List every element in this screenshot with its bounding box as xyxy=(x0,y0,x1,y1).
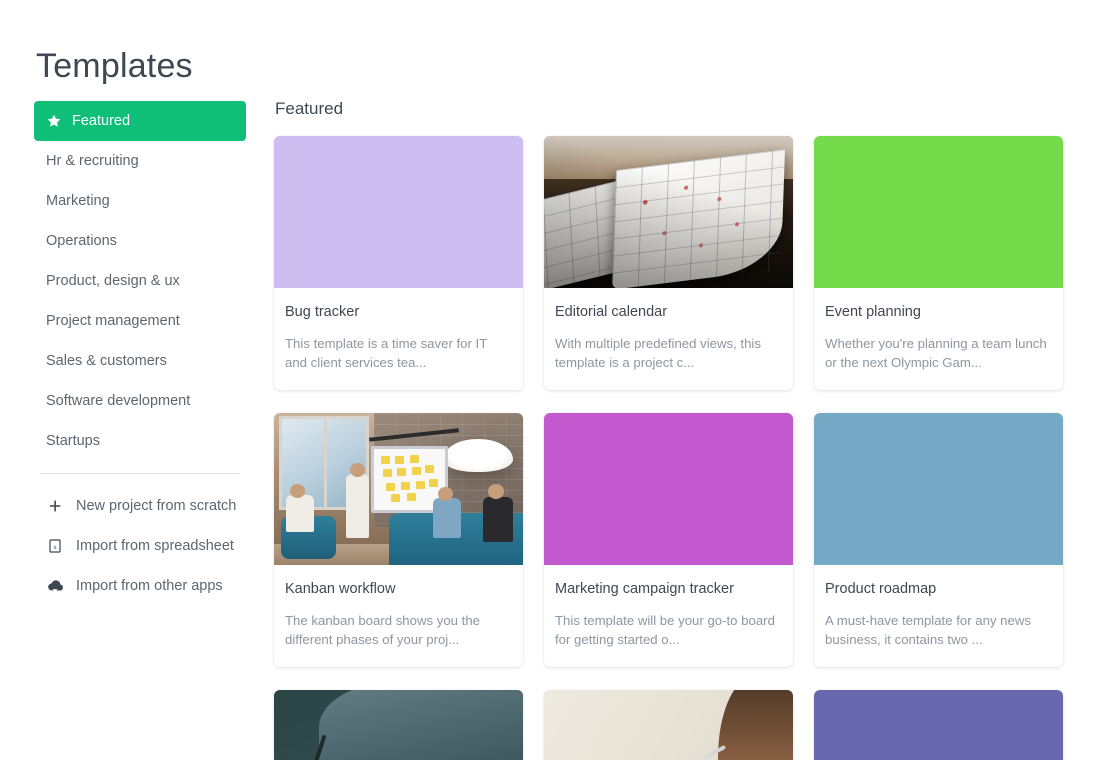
card-description: This template will be your go-to board f… xyxy=(555,613,775,647)
card-thumbnail xyxy=(544,690,793,760)
sidebar-action-import-from-spreadsheet[interactable]: x Import from spreadsheet xyxy=(34,526,246,566)
sidebar-item-label: Project management xyxy=(46,313,180,329)
spreadsheet-file-icon: x xyxy=(46,537,64,555)
sidebar-item-operations[interactable]: Operations xyxy=(34,221,246,261)
card-thumbnail xyxy=(274,136,523,288)
card-thumbnail xyxy=(274,690,523,760)
template-card[interactable]: Event planning Whether you're planning a … xyxy=(814,136,1063,390)
sidebar-item-software-development[interactable]: Software development xyxy=(34,381,246,421)
plus-icon xyxy=(46,497,64,515)
photo-hand-writing-on-paper xyxy=(274,690,523,760)
sidebar-action-list: New project from scratch x Import from spr… xyxy=(34,486,246,606)
card-description: With multiple predefined views, this tem… xyxy=(555,336,761,370)
card-title: Editorial calendar xyxy=(555,304,668,320)
sidebar-item-label: Product, design & ux xyxy=(46,273,180,289)
sidebar-item-project-management[interactable]: Project management xyxy=(34,301,246,341)
template-card[interactable]: Marketing campaign tracker This template … xyxy=(544,413,793,667)
template-card[interactable]: Editorial calendar With multiple predefin… xyxy=(544,136,793,390)
sidebar-action-label: Import from spreadsheet xyxy=(76,538,234,554)
templates-page: Templates Featured Hr & recruiting Marketi… xyxy=(0,0,1119,760)
template-card[interactable] xyxy=(814,690,1063,760)
sidebar-item-sales-customers[interactable]: Sales & customers xyxy=(34,341,246,381)
card-title: Product roadmap xyxy=(825,581,937,597)
card-thumbnail xyxy=(544,136,793,288)
template-card[interactable]: Bug tracker This template is a time saver… xyxy=(274,136,523,390)
card-body: Editorial calendar With multiple predefin… xyxy=(544,288,793,390)
card-title: Marketing campaign tracker xyxy=(555,581,734,597)
sidebar-item-label: Hr & recruiting xyxy=(46,153,139,169)
card-thumbnail xyxy=(814,413,1063,565)
sidebar-item-label: Featured xyxy=(72,113,131,129)
star-icon xyxy=(46,113,62,129)
sidebar-item-label: Marketing xyxy=(46,193,110,209)
sidebar-item-label: Operations xyxy=(46,233,117,249)
template-card[interactable]: Product roadmap A must-have template for … xyxy=(814,413,1063,667)
template-card[interactable] xyxy=(544,690,793,760)
card-title: Event planning xyxy=(825,304,921,320)
sidebar-item-label: Startups xyxy=(46,433,100,449)
card-description: This template is a time saver for IT and… xyxy=(285,336,488,370)
main-content: Featured Bug tracker This template is a t… xyxy=(274,98,1086,760)
sidebar-item-label: Software development xyxy=(46,393,191,409)
sidebar-action-label: New project from scratch xyxy=(76,498,237,514)
photo-team-whiteboard-meeting xyxy=(274,413,523,565)
sidebar-item-featured[interactable]: Featured xyxy=(34,101,246,141)
section-title: Featured xyxy=(275,99,344,118)
card-description: The kanban board shows you the different… xyxy=(285,613,481,647)
sidebar-item-startups[interactable]: Startups xyxy=(34,421,246,461)
sidebar-action-new-project-from-scratch[interactable]: New project from scratch xyxy=(34,486,246,526)
sidebar-item-marketing[interactable]: Marketing xyxy=(34,181,246,221)
photo-open-planner-notebook xyxy=(544,136,793,288)
card-thumbnail xyxy=(544,413,793,565)
sidebar-category-list: Featured Hr & recruiting Marketing Operatio… xyxy=(34,101,246,461)
card-body: Product roadmap A must-have template for … xyxy=(814,565,1063,667)
card-description: A must-have template for any news busine… xyxy=(825,613,1031,647)
card-body: Kanban workflow The kanban board shows yo… xyxy=(274,565,523,667)
template-card[interactable] xyxy=(274,690,523,760)
card-body: Event planning Whether you're planning a … xyxy=(814,288,1063,390)
sidebar-action-label: Import from other apps xyxy=(76,578,223,594)
template-card-grid: Bug tracker This template is a time saver… xyxy=(274,136,1086,760)
card-description: Whether you're planning a team lunch or … xyxy=(825,336,1047,370)
sidebar-item-hr-recruiting[interactable]: Hr & recruiting xyxy=(34,141,246,181)
photo-person-with-tablet-charts xyxy=(544,690,793,760)
cloud-download-icon xyxy=(46,577,64,595)
page-title: Templates xyxy=(36,46,193,85)
sidebar: Featured Hr & recruiting Marketing Operatio… xyxy=(34,101,246,606)
template-card[interactable]: Kanban workflow The kanban board shows yo… xyxy=(274,413,523,667)
card-body: Bug tracker This template is a time saver… xyxy=(274,288,523,390)
card-body: Marketing campaign tracker This template … xyxy=(544,565,793,667)
svg-text:x: x xyxy=(53,544,57,551)
sidebar-action-import-from-other-apps[interactable]: Import from other apps xyxy=(34,566,246,606)
card-title: Kanban workflow xyxy=(285,581,396,597)
card-title: Bug tracker xyxy=(285,304,360,320)
card-thumbnail xyxy=(814,690,1063,760)
card-thumbnail xyxy=(814,136,1063,288)
sidebar-item-product-design-ux[interactable]: Product, design & ux xyxy=(34,261,246,301)
sidebar-item-label: Sales & customers xyxy=(46,353,167,369)
card-thumbnail xyxy=(274,413,523,565)
sidebar-divider xyxy=(40,473,240,474)
